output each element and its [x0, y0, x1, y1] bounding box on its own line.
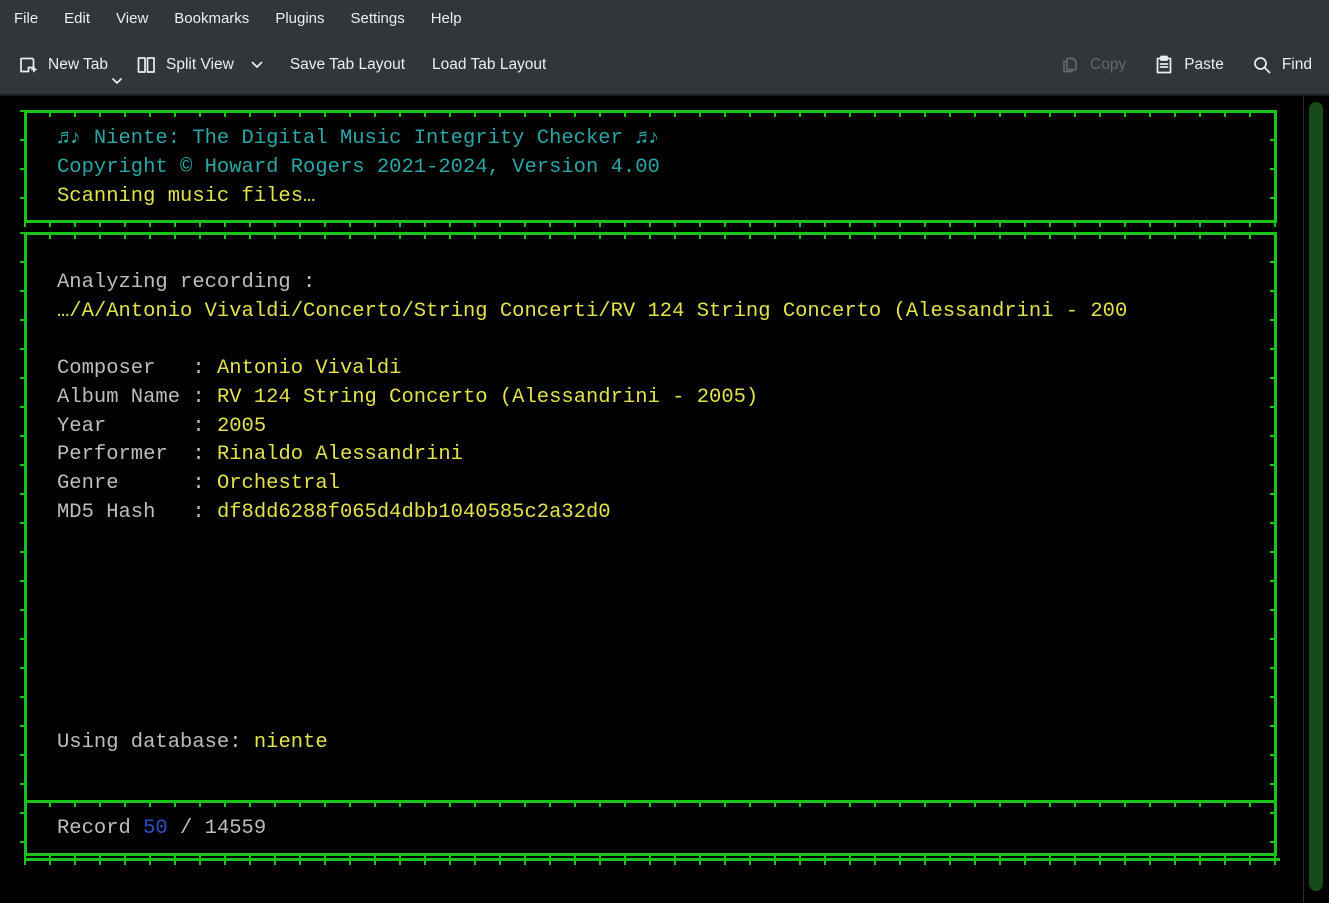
metadata-row: Genre : Orchestral: [57, 470, 758, 499]
menu-item-file[interactable]: File: [1, 10, 51, 27]
record-label: Record: [57, 817, 143, 840]
metadata-row: Performer : Rinaldo Alessandrini: [57, 441, 758, 470]
database-line: Using database: niente: [57, 729, 328, 758]
field-label: MD5 Hash :: [57, 501, 217, 524]
paste-label: Paste: [1184, 56, 1224, 74]
copyright-line: Copyright © Howard Rogers 2021-2024, Ver…: [57, 154, 660, 183]
split-view-button[interactable]: Split View: [135, 54, 263, 76]
field-label: Composer :: [57, 357, 217, 380]
field-label: Album Name :: [57, 386, 217, 409]
copy-button[interactable]: Copy: [1059, 54, 1126, 76]
menu-item-help[interactable]: Help: [418, 10, 475, 27]
record-box-bottom-border: [24, 853, 1277, 856]
database-label: Using database:: [57, 731, 254, 754]
split-view-icon: [135, 54, 157, 76]
new-tab-button[interactable]: New Tab: [17, 54, 108, 76]
title-box-top-border: [24, 110, 1277, 113]
search-icon: [1251, 54, 1273, 76]
field-label: Genre :: [57, 472, 217, 495]
find-label: Find: [1282, 56, 1312, 74]
terminal-viewport[interactable]: ♬♪ Niente: The Digital Music Integrity C…: [0, 96, 1329, 903]
field-label: Performer :: [57, 443, 217, 466]
record-total: 14559: [205, 817, 267, 840]
konsole-window: FileEditViewBookmarksPluginsSettingsHelp…: [0, 0, 1329, 903]
metadata-fields: Composer : Antonio VivaldiAlbum Name : R…: [57, 355, 758, 528]
save-tab-layout-label: Save Tab Layout: [290, 56, 405, 74]
record-current: 50: [143, 817, 168, 840]
menu-item-view[interactable]: View: [103, 10, 161, 27]
load-tab-layout-label: Load Tab Layout: [432, 56, 546, 74]
title-box-right-border: [1274, 110, 1277, 223]
load-tab-layout-button[interactable]: Load Tab Layout: [432, 56, 546, 74]
save-tab-layout-button[interactable]: Save Tab Layout: [290, 56, 405, 74]
field-value: RV 124 String Concerto (Alessandrini - 2…: [217, 386, 758, 409]
recording-path: …/A/Antonio Vivaldi/Concerto/String Conc…: [57, 298, 1127, 327]
analyzing-section: Analyzing recording : …/A/Antonio Vivald…: [57, 269, 1127, 327]
chevron-down-icon: [112, 78, 122, 84]
toolbar: New Tab Split View Save Tab Layout Load …: [0, 37, 1329, 96]
title-box-bottom-border: [24, 220, 1277, 223]
paste-button[interactable]: Paste: [1153, 54, 1224, 76]
field-label: Year :: [57, 415, 217, 438]
metadata-row: Composer : Antonio Vivaldi: [57, 355, 758, 384]
metadata-row: Year : 2005: [57, 413, 758, 442]
record-divider-border: [24, 800, 1277, 803]
chevron-down-icon: [251, 61, 263, 69]
split-view-label: Split View: [166, 56, 234, 74]
menu-item-bookmarks[interactable]: Bookmarks: [161, 10, 262, 27]
scrollbar-track-separator: [1303, 96, 1304, 903]
scanning-status: Scanning music files…: [57, 183, 660, 212]
metadata-row: MD5 Hash : df8dd6288f065d4dbb1040585c2a3…: [57, 499, 758, 528]
metadata-row: Album Name : RV 124 String Concerto (Ale…: [57, 384, 758, 413]
paste-icon: [1153, 54, 1175, 76]
menu-item-settings[interactable]: Settings: [338, 10, 418, 27]
main-box-left-border: [24, 232, 27, 856]
database-value: niente: [254, 731, 328, 754]
new-tab-icon: [17, 54, 39, 76]
title-box-left-border: [24, 110, 27, 223]
find-button[interactable]: Find: [1251, 54, 1312, 76]
field-value: df8dd6288f065d4dbb1040585c2a32d0: [217, 501, 611, 524]
analyzing-label: Analyzing recording :: [57, 269, 1127, 298]
main-box-top-border: [24, 232, 1277, 235]
copy-icon: [1059, 54, 1081, 76]
new-tab-label: New Tab: [48, 56, 108, 74]
menu-item-edit[interactable]: Edit: [51, 10, 103, 27]
field-value: Rinaldo Alessandrini: [217, 443, 463, 466]
menu-bar: FileEditViewBookmarksPluginsSettingsHelp: [0, 0, 1329, 37]
scrollbar-thumb[interactable]: [1309, 102, 1323, 891]
app-title: ♬♪ Niente: The Digital Music Integrity C…: [57, 125, 660, 154]
copy-label: Copy: [1090, 56, 1126, 74]
field-value: 2005: [217, 415, 266, 438]
menu-item-plugins[interactable]: Plugins: [262, 10, 337, 27]
field-value: Orchestral: [217, 472, 340, 495]
main-box-right-border: [1274, 232, 1277, 856]
field-value: Antonio Vivaldi: [217, 357, 402, 380]
record-counter: Record 50 / 14559: [57, 815, 266, 844]
banner: ♬♪ Niente: The Digital Music Integrity C…: [57, 125, 660, 211]
outer-bottom-border: [24, 858, 1280, 861]
record-separator: /: [168, 817, 205, 840]
